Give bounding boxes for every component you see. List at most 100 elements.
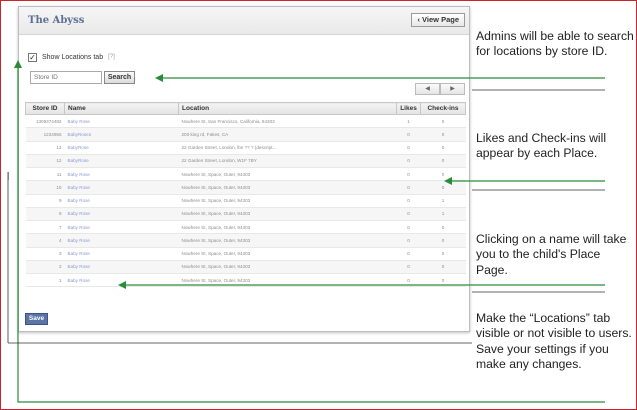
place-name-link[interactable]: Baby Rose bbox=[64, 207, 179, 222]
check-ins-cell: 0 bbox=[420, 260, 466, 275]
place-name-link[interactable]: Baby Rose bbox=[64, 180, 179, 195]
likes-cell: 0 bbox=[396, 260, 421, 275]
place-name-link[interactable]: Baby Rose bbox=[64, 233, 179, 248]
page-title: The Abyss bbox=[28, 15, 85, 26]
store-id-cell: 1309374482 bbox=[25, 114, 65, 129]
table-row: 1309374482 Baby Rose Nowhere St, San Franc… bbox=[25, 114, 466, 129]
store-id-cell: 13 bbox=[25, 141, 65, 155]
check-ins-cell: 0 bbox=[420, 220, 466, 235]
table-row: 8 Baby Rose Nowhere St, Space, Outer, 9430… bbox=[25, 207, 466, 222]
col-header-store-id[interactable]: Store ID bbox=[25, 102, 65, 115]
likes-cell: 0 bbox=[396, 194, 421, 208]
store-id-cell: 8 bbox=[25, 207, 65, 222]
check-ins-cell: 1 bbox=[420, 207, 466, 222]
table-row: 9 Baby Rose Nowhere St, Space, Outer, 9430… bbox=[25, 194, 466, 208]
table-row: 10 Baby Rose Nowhere St, Space, Outer, 943… bbox=[25, 180, 466, 195]
col-header-likes[interactable]: Likes bbox=[396, 102, 421, 115]
check-ins-cell: 0 bbox=[420, 114, 466, 129]
show-locations-tab-checkbox[interactable]: ✓ bbox=[28, 52, 37, 62]
place-name-link[interactable]: BabyRose2 bbox=[64, 127, 179, 142]
check-ins-cell: 0 bbox=[420, 180, 466, 195]
likes-cell: 0 bbox=[396, 127, 421, 142]
help-link[interactable]: [?] bbox=[108, 54, 115, 60]
check-ins-cell: 0 bbox=[420, 154, 466, 169]
table-row: 1 Baby Rose Nowhere St, Space, Outer, 9430… bbox=[25, 273, 466, 288]
callout-name: Clicking on a name will take you to the … bbox=[476, 232, 627, 277]
place-name-link[interactable]: Baby Rose bbox=[64, 167, 179, 182]
place-name-link[interactable]: Baby Rose bbox=[64, 194, 179, 208]
location-cell: Nowhere St, Space, Outer, 94303 bbox=[178, 194, 397, 208]
store-id-cell: 12 bbox=[25, 154, 65, 169]
location-cell: Nowhere St, Space, Outer, 94303 bbox=[178, 233, 397, 248]
location-cell: 22 Garden Street, London, W1F 7BY bbox=[178, 154, 397, 169]
check-ins-cell: 0 bbox=[420, 247, 466, 261]
check-ins-cell: 0 bbox=[420, 233, 466, 248]
likes-cell: 0 bbox=[396, 247, 421, 261]
location-cell: Nowhere St, Space, Outer, 94303 bbox=[178, 220, 397, 235]
check-ins-cell: 0 bbox=[420, 273, 466, 288]
store-id-cell: 9 bbox=[25, 194, 65, 208]
store-id-cell: 4 bbox=[25, 233, 65, 248]
save-button[interactable]: Save bbox=[25, 313, 48, 325]
check-ins-cell: 0 bbox=[420, 127, 466, 142]
checkmark-icon: ✓ bbox=[29, 52, 36, 62]
locations-settings-panel: The Abyss ‹ View Page ✓ Show Locations t… bbox=[18, 6, 470, 332]
callout-save: Make the “Locations” tab visible or not … bbox=[476, 311, 632, 372]
location-cell: Nowhere St, Space, Outer, 94303 bbox=[178, 247, 397, 261]
search-button[interactable]: Search bbox=[104, 71, 135, 84]
likes-cell: 0 bbox=[396, 154, 421, 169]
likes-cell: 0 bbox=[396, 273, 421, 288]
table-row: 7 Baby Rose Nowhere St, Space, Outer, 9430… bbox=[25, 220, 466, 235]
check-ins-cell: 0 bbox=[420, 167, 466, 182]
store-id-cell: 1234956 bbox=[25, 127, 65, 142]
table-row: 12 BabyRose 22 Garden Street, London, W1F … bbox=[25, 154, 466, 169]
table-row: 3 Baby Rose Nowhere St, Space, Outer, 9430… bbox=[25, 247, 466, 261]
likes-cell: 0 bbox=[396, 207, 421, 222]
store-id-cell: 1 bbox=[25, 273, 65, 288]
check-ins-cell: 1 bbox=[420, 194, 466, 208]
previous-page-button[interactable]: ◀ bbox=[415, 83, 440, 95]
arrow-left-icon: ◀ bbox=[425, 86, 430, 92]
callout-likes: Likes and Check-ins will appear by each … bbox=[476, 131, 607, 161]
place-name-link[interactable]: Baby Rose bbox=[64, 247, 179, 261]
table-row: 1234956 BabyRose2 200 king rd, Fakes, CA 0 0 bbox=[25, 127, 466, 142]
likes-cell: 0 bbox=[396, 233, 421, 248]
store-id-cell: 11 bbox=[25, 167, 65, 182]
place-name-link[interactable]: Baby Rose bbox=[64, 273, 179, 288]
likes-cell: 0 bbox=[396, 220, 421, 235]
location-cell: Nowhere St, Space, Outer, 94303 bbox=[178, 180, 397, 195]
table-header-row: Store ID Name Location Likes Check-ins bbox=[25, 102, 466, 115]
likes-cell: 0 bbox=[396, 180, 421, 195]
location-cell: Nowhere St, San Francisco, California, 9… bbox=[178, 114, 397, 129]
place-name-link[interactable]: BabyRose bbox=[64, 141, 179, 155]
likes-cell: 0 bbox=[396, 167, 421, 182]
place-name-link[interactable]: Baby Rose bbox=[64, 260, 179, 275]
panel-edge-mark bbox=[8, 172, 11, 180]
table-row: 13 BabyRose 22 Garden Street, London, lbn … bbox=[25, 141, 466, 155]
location-cell: Nowhere St, Space, Outer, 94303 bbox=[178, 273, 397, 288]
location-cell: Nowhere St, Space, Outer, 94303 bbox=[178, 260, 397, 275]
store-id-cell: 10 bbox=[25, 180, 65, 195]
table-row: 2 Baby Rose Nowhere St, Space, Outer, 9430… bbox=[25, 260, 466, 275]
likes-cell: 0 bbox=[396, 141, 421, 155]
store-id-search-input[interactable] bbox=[30, 71, 102, 84]
place-name-link[interactable]: Baby Rose bbox=[64, 114, 179, 129]
table-row: 11 Baby Rose Nowhere St, Space, Outer, 943… bbox=[25, 167, 466, 182]
location-cell: Nowhere St, Space, Outer, 94303 bbox=[178, 167, 397, 182]
locations-table: Store ID Name Location Likes Check-ins 1… bbox=[25, 102, 466, 288]
check-ins-cell: 0 bbox=[420, 141, 466, 155]
place-name-link[interactable]: Baby Rose bbox=[64, 220, 179, 235]
likes-cell: 1 bbox=[396, 114, 421, 129]
location-cell: Nowhere St, Space, Outer, 94303 bbox=[178, 207, 397, 222]
col-header-check-ins[interactable]: Check-ins bbox=[420, 102, 466, 115]
col-header-name[interactable]: Name bbox=[64, 102, 179, 115]
show-locations-tab-row: ✓ Show Locations tab [?] bbox=[28, 51, 115, 63]
place-name-link[interactable]: BabyRose bbox=[64, 154, 179, 169]
store-id-cell: 7 bbox=[25, 220, 65, 235]
arrow-right-icon: ▶ bbox=[450, 86, 455, 92]
table-row: 4 Baby Rose Nowhere St, Space, Outer, 9430… bbox=[25, 233, 466, 248]
view-page-button[interactable]: ‹ View Page bbox=[411, 13, 465, 27]
show-locations-tab-label: Show Locations tab bbox=[42, 53, 104, 61]
next-page-button[interactable]: ▶ bbox=[440, 83, 465, 95]
col-header-location[interactable]: Location bbox=[178, 102, 397, 115]
